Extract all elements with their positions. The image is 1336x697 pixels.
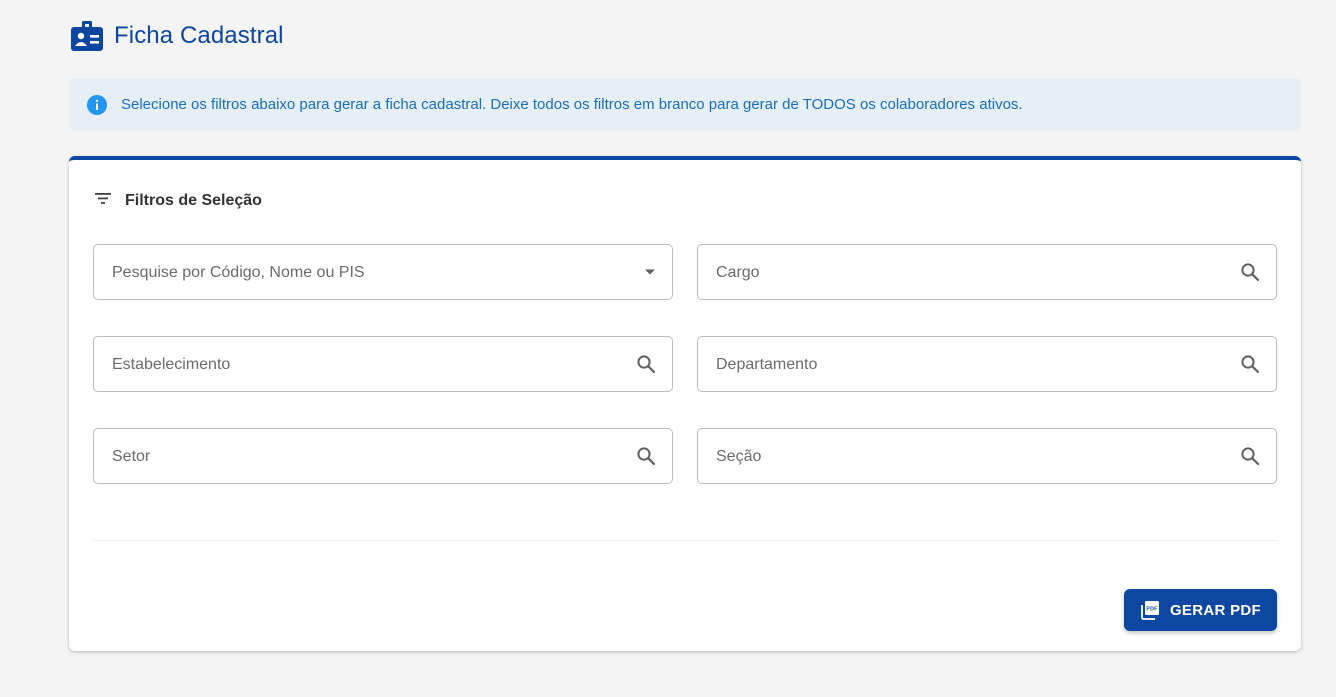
svg-text:PDF: PDF [1146,607,1157,613]
info-icon [87,94,107,115]
departamento-input[interactable] [716,354,1196,374]
departamento-field[interactable] [697,336,1277,392]
estabelecimento-field[interactable] [93,336,673,392]
setor-input[interactable] [112,446,592,466]
filter-icon [93,190,113,211]
secao-input[interactable] [716,446,1196,466]
secao-field[interactable] [697,428,1277,484]
generate-pdf-button[interactable]: PDF GERAR PDF [1124,589,1277,631]
dropdown-arrow-icon[interactable] [644,268,656,276]
cargo-field[interactable] [697,244,1277,300]
search-icon[interactable] [1240,446,1260,466]
generate-pdf-label: GERAR PDF [1169,601,1262,619]
divider [93,540,1277,541]
colaborador-select[interactable] [93,244,673,300]
filters-card: Filtros de Seleção Pesquise por Código, … [69,156,1301,651]
search-icon[interactable] [1240,354,1260,374]
badge-icon [70,20,104,52]
setor-field[interactable] [93,428,673,484]
pdf-icon: PDF [1140,600,1160,620]
filters-header: Filtros de Seleção [93,190,262,211]
page-header: Ficha Cadastral [70,20,284,52]
info-banner: Selecione os filtros abaixo para gerar a… [69,78,1301,131]
cargo-input[interactable] [716,262,1196,282]
estabelecimento-input[interactable] [112,354,592,374]
search-icon[interactable] [1240,262,1260,282]
search-icon[interactable] [636,446,656,466]
filters-title: Filtros de Seleção [125,191,262,209]
info-message: Selecione os filtros abaixo para gerar a… [121,96,1023,113]
colaborador-input[interactable] [112,262,592,282]
page-title: Ficha Cadastral [114,22,284,49]
search-icon[interactable] [636,354,656,374]
